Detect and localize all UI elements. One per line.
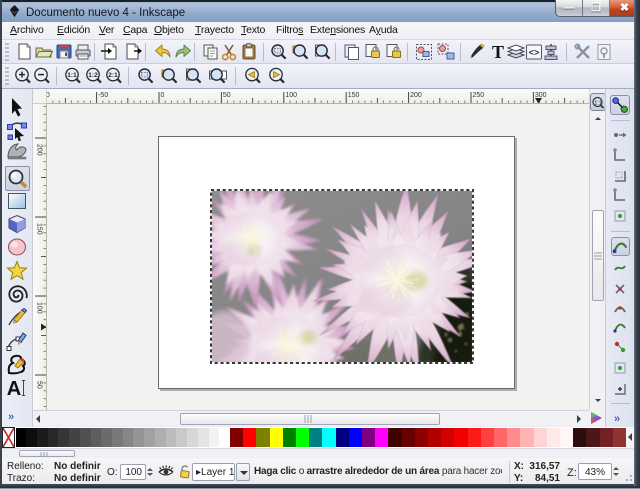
svg-text:<>: <> [529, 49, 540, 59]
svg-text:200: 200 [410, 92, 422, 99]
svg-text:1:2: 1:2 [88, 72, 98, 79]
svg-text:200: 200 [36, 144, 43, 156]
svg-text:1:1: 1:1 [594, 101, 602, 107]
svg-text:2:1: 2:1 [108, 72, 118, 79]
svg-text:1:1: 1:1 [67, 72, 77, 79]
svg-text:150: 150 [348, 92, 360, 99]
svg-text:150: 150 [36, 223, 43, 235]
svg-text:250: 250 [473, 92, 485, 99]
svg-text:300: 300 [535, 92, 547, 99]
svg-text:T: T [492, 42, 504, 62]
svg-text:100: 100 [36, 302, 43, 314]
svg-text:-100: -100 [47, 92, 50, 99]
svg-text:A: A [7, 378, 21, 400]
svg-text:50: 50 [223, 92, 231, 99]
svg-text:50: 50 [36, 381, 43, 389]
svg-text:100: 100 [285, 92, 297, 99]
svg-text:0: 0 [161, 92, 165, 99]
svg-text:-50: -50 [98, 92, 108, 99]
